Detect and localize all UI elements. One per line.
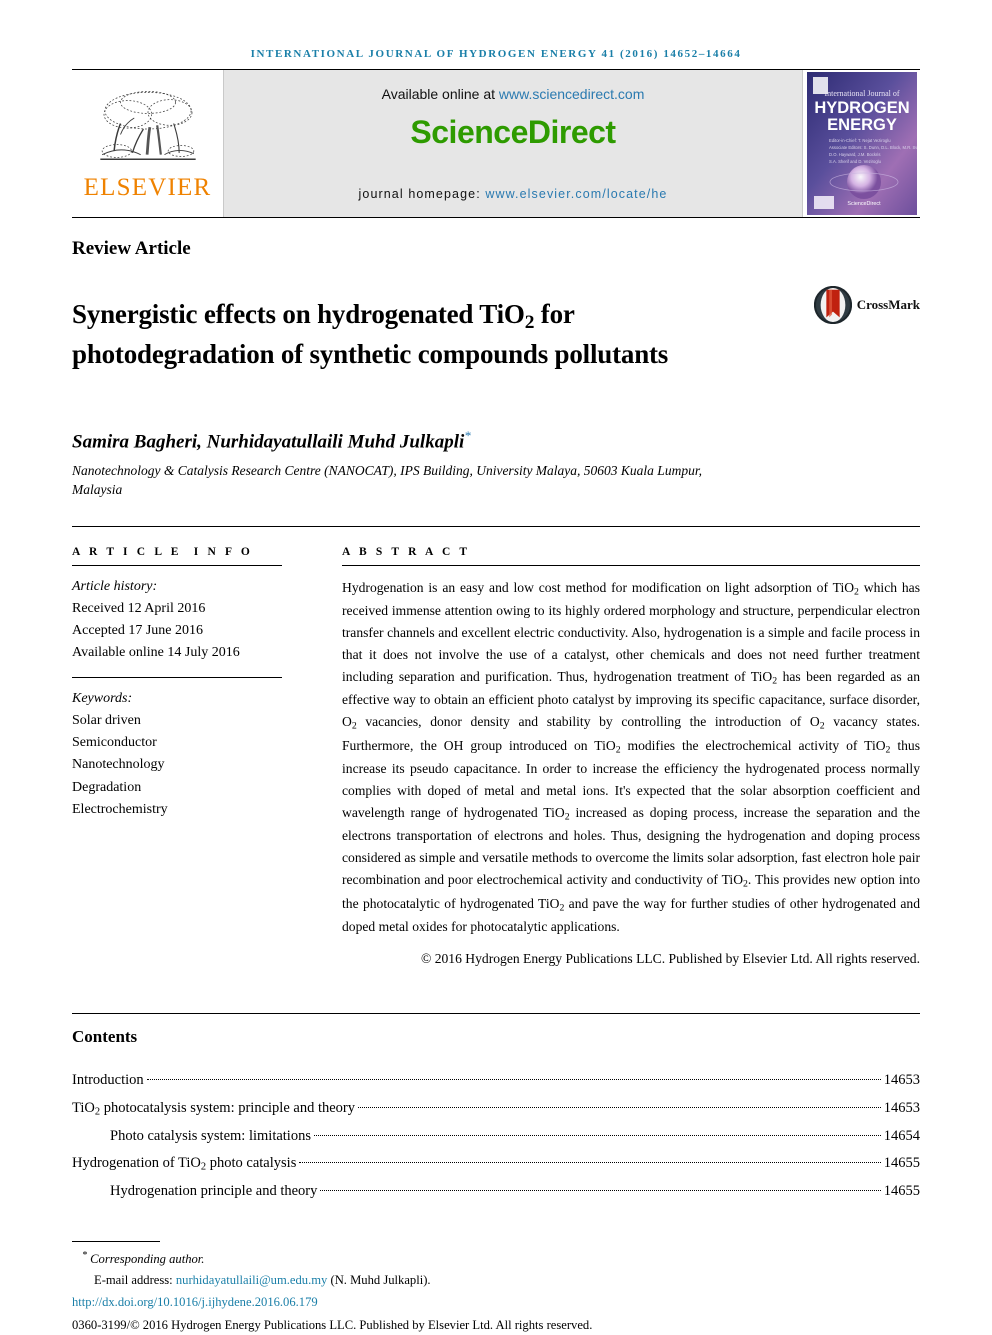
article-history-label: Article history: <box>72 578 158 594</box>
svg-text:D.O. Hayward, J.M. Bockris: D.O. Hayward, J.M. Bockris <box>829 152 880 157</box>
toc-entry[interactable]: Introduction 14653 <box>72 1067 920 1095</box>
toc-entry[interactable]: TiO2 photocatalysis system: principle an… <box>72 1095 920 1123</box>
sciencedirect-link[interactable]: www.sciencedirect.com <box>499 86 645 102</box>
abstract-text: Hydrogenation is an easy and low cost me… <box>342 579 921 934</box>
doi-link[interactable]: http://dx.doi.org/10.1016/j.ijhydene.201… <box>72 1295 318 1309</box>
journal-cover-block: International Journal of HYDROGEN ENERGY… <box>802 70 920 217</box>
svg-text:ScienceDirect: ScienceDirect <box>847 201 881 207</box>
journal-homepage-label: journal homepage: <box>358 187 486 201</box>
author-names: Samira Bagheri, Nurhidayatullaili Muhd J… <box>72 431 465 453</box>
toc-leader-dots <box>320 1189 881 1191</box>
doi-line: http://dx.doi.org/10.1016/j.ijhydene.201… <box>72 1292 920 1312</box>
masthead: ELSEVIER Available online at www.science… <box>72 70 920 217</box>
journal-homepage-link[interactable]: www.elsevier.com/locate/he <box>485 187 667 201</box>
toc-entry-label: TiO2 photocatalysis system: principle an… <box>72 1100 355 1118</box>
keyword-item: Solar driven <box>72 713 141 729</box>
elsevier-tree-icon <box>99 90 196 160</box>
toc-entry-page: 14655 <box>883 1155 920 1172</box>
toc-leader-dots <box>313 1134 881 1136</box>
history-item-accepted: Accepted 17 June 2016 <box>72 622 204 638</box>
svg-text:Editor-in-Chief: T. Nejat Vez: Editor-in-Chief: T. Nejat Veziroglu <box>829 138 891 143</box>
toc-leader-dots <box>299 1162 881 1164</box>
title-row: Synergistic effects on hydrogenated TiO2… <box>72 278 920 390</box>
corresponding-author-note: * Corresponding author. <box>72 1248 920 1270</box>
toc-entry[interactable]: Hydrogenation principle and theory 14655 <box>72 1178 920 1206</box>
abstract-rule <box>342 564 920 566</box>
toc-entry-page: 14653 <box>883 1072 920 1089</box>
svg-text:ENERGY: ENERGY <box>827 116 897 134</box>
toc-entry[interactable]: Hydrogenation of TiO2 photo catalysis 14… <box>72 1150 920 1178</box>
email-owner: (N. Muhd Julkapli). <box>330 1272 431 1287</box>
contents-rule <box>72 1013 920 1015</box>
page-title: Synergistic effects on hydrogenated TiO2… <box>72 299 669 369</box>
journal-homepage-line: journal homepage: www.elsevier.com/locat… <box>224 187 802 201</box>
table-of-contents: Introduction 14653 TiO2 photocatalysis s… <box>72 1067 920 1205</box>
contents-heading: Contents <box>72 1027 138 1047</box>
article-info-rule <box>72 564 282 566</box>
svg-text:International Journal of: International Journal of <box>824 89 899 98</box>
article-history: Article history: Received 12 April 2016 … <box>72 576 282 664</box>
svg-text:HYDROGEN: HYDROGEN <box>814 99 909 117</box>
toc-leader-dots <box>146 1079 881 1081</box>
keyword-item: Semiconductor <box>72 735 157 751</box>
keywords-block: Keywords: Solar driven Semiconductor Nan… <box>72 688 282 821</box>
toc-entry-label: Hydrogenation principle and theory <box>110 1182 318 1199</box>
article-info-heading: A R T I C L E I N F O <box>72 545 254 558</box>
email-label: E-mail address: <box>94 1272 173 1287</box>
available-online-line: Available online at www.sciencedirect.co… <box>382 86 645 102</box>
crossmark-label: CrossMark <box>856 297 920 312</box>
svg-text:S.A. Sherif and D. Veziroglu: S.A. Sherif and D. Veziroglu <box>829 159 882 164</box>
article-info-column: A R T I C L E I N F O Article history: R… <box>72 546 304 968</box>
footnote-rule <box>72 1241 160 1243</box>
abstract-heading: A B S T R A C T <box>342 545 471 558</box>
toc-entry[interactable]: Photo catalysis system: limitations 1465… <box>72 1123 920 1151</box>
keyword-item: Electrochemistry <box>72 801 168 817</box>
keywords-label: Keywords: <box>72 691 133 707</box>
abstract-column: A B S T R A C T Hydrogenation is an easy… <box>304 546 920 968</box>
toc-entry-label: Introduction <box>72 1072 144 1089</box>
author-list: Samira Bagheri, Nurhidayatullaili Muhd J… <box>72 428 920 453</box>
history-item-available: Available online 14 July 2016 <box>72 645 240 660</box>
sciencedirect-logo: ScienceDirect <box>410 114 616 150</box>
svg-text:Associate Editors: S. Dunn, D: Associate Editors: S. Dunn, D.L. Block, … <box>829 145 917 150</box>
toc-entry-page: 14654 <box>883 1127 920 1144</box>
abstract-copyright: © 2016 Hydrogen Energy Publications LLC.… <box>420 951 920 967</box>
email-line: E-mail address: nurhidayatullaili@um.edu… <box>72 1270 920 1290</box>
masthead-rule <box>72 217 920 218</box>
affiliation: Nanotechnology & Catalysis Research Cent… <box>72 462 702 498</box>
keyword-item: Nanotechnology <box>72 757 165 773</box>
keywords-rule <box>72 677 282 679</box>
available-online-text: Available online at <box>381 86 499 102</box>
article-type-label: Review Article <box>72 238 191 259</box>
corresponding-author-marker[interactable]: * <box>464 428 471 443</box>
journal-article-first-page: International Journal of Hydrogen Energy… <box>0 0 992 1332</box>
running-head: International Journal of Hydrogen Energy… <box>250 48 742 60</box>
toc-entry-page: 14655 <box>883 1182 920 1199</box>
crossmark-badge[interactable]: CrossMark <box>813 278 920 324</box>
corresponding-author-star: * <box>82 1250 87 1262</box>
page-footer: * Corresponding author. E-mail address: … <box>72 1248 920 1335</box>
sciencedirect-banner: Available online at www.sciencedirect.co… <box>224 70 802 217</box>
info-section-rule <box>72 525 920 527</box>
history-item-received: Received 12 April 2016 <box>72 600 206 616</box>
crossmark-icon <box>813 286 852 324</box>
keyword-item: Degradation <box>72 779 142 795</box>
corresponding-author-text: Corresponding author. <box>90 1252 205 1267</box>
info-abstract-columns: A R T I C L E I N F O Article history: R… <box>72 546 920 968</box>
email-link[interactable]: nurhidayatullaili@um.edu.my <box>176 1273 328 1287</box>
toc-entry-label: Photo catalysis system: limitations <box>110 1127 311 1144</box>
toc-entry-page: 14653 <box>883 1100 920 1117</box>
toc-entry-label: Hydrogenation of TiO2 photo catalysis <box>72 1155 297 1173</box>
elsevier-wordmark: ELSEVIER <box>83 173 212 201</box>
toc-leader-dots <box>357 1107 881 1109</box>
issn-copyright-line: 0360-3199/© 2016 Hydrogen Energy Publica… <box>72 1317 593 1332</box>
publisher-logo-block: ELSEVIER <box>72 70 224 217</box>
journal-cover-image: International Journal of HYDROGEN ENERGY… <box>806 72 917 215</box>
